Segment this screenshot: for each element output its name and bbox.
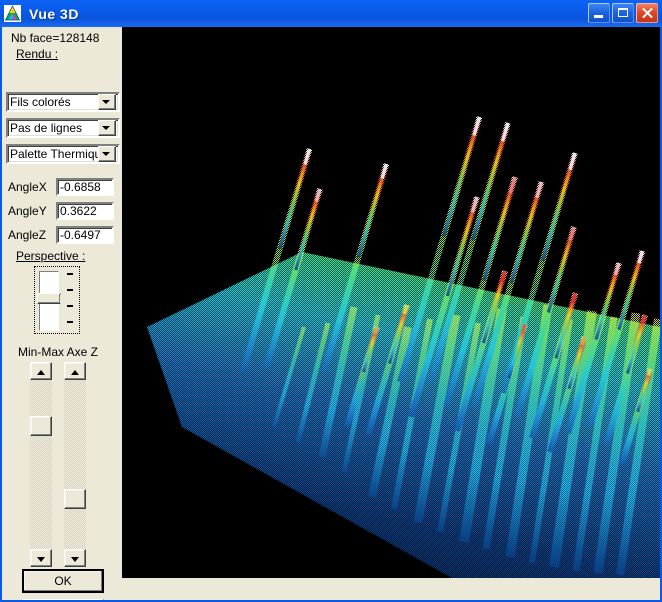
maximize-button[interactable] <box>612 3 634 23</box>
angle-y-label: AngleY <box>8 204 47 218</box>
maximize-icon <box>618 8 628 17</box>
angle-x-row: AngleX -0.6858 <box>8 177 120 197</box>
axis-z-max-scrollbar[interactable] <box>64 362 86 567</box>
trackbar-tick <box>67 273 73 275</box>
axis-z-min-scrollbar[interactable] <box>30 362 52 567</box>
scroll-up-button[interactable] <box>30 362 52 380</box>
face-count-label: Nb face=128148 <box>11 31 100 45</box>
surface-plot <box>122 27 660 578</box>
window-titlebar[interactable]: Vue 3D <box>0 0 662 27</box>
spike-tip <box>520 323 527 333</box>
perspective-trackbar[interactable] <box>34 266 80 334</box>
minimize-button[interactable] <box>588 3 610 23</box>
colored-triangle-icon <box>4 5 21 22</box>
window-controls <box>588 3 658 23</box>
window-title: Vue 3D <box>29 5 79 22</box>
rendu-section-label: Rendu : <box>16 47 59 61</box>
trackbar-tick <box>67 305 73 307</box>
palette-combo[interactable]: Palette Thermique <box>6 144 120 164</box>
cancel-button[interactable]: Cancel <box>22 599 104 600</box>
angle-x-label: AngleX <box>8 180 47 194</box>
scroll-down-button[interactable] <box>30 549 52 567</box>
angle-x-input[interactable]: -0.6858 <box>56 178 114 196</box>
render-mode-combo[interactable]: Fils colorés <box>6 92 120 112</box>
scroll-up-button[interactable] <box>64 362 86 380</box>
canvas-bottom-strip <box>122 578 660 600</box>
scroll-track[interactable] <box>64 380 86 549</box>
spike-tip <box>373 326 379 335</box>
spike-tip <box>646 368 653 377</box>
render-mode-value: Fils colorés <box>10 95 71 109</box>
angle-z-row: AngleZ -0.6497 <box>8 225 120 245</box>
angle-z-label: AngleZ <box>8 228 47 242</box>
trackbar-thumb[interactable] <box>37 293 66 304</box>
trackbar-tick <box>67 321 73 323</box>
close-button[interactable] <box>636 3 658 23</box>
chevron-down-icon[interactable] <box>98 120 116 136</box>
angle-y-row: AngleY 0.3622 <box>8 201 120 221</box>
minimize-icon <box>594 15 603 18</box>
scroll-track[interactable] <box>30 380 52 549</box>
spike-tip <box>580 336 587 346</box>
angle-y-input[interactable]: 0.3622 <box>56 202 114 220</box>
chevron-down-icon[interactable] <box>98 146 116 162</box>
scroll-thumb[interactable] <box>30 416 52 436</box>
vue3d-canvas[interactable] <box>122 27 660 578</box>
dialog-client-area: Nb face=128148 Rendu : Fils colorés Pas … <box>2 27 660 600</box>
trackbar-tick <box>67 289 73 291</box>
minmax-axis-z-label: Min-Max Axe Z <box>18 345 99 359</box>
scroll-thumb[interactable] <box>64 489 86 509</box>
chevron-down-icon[interactable] <box>98 94 116 110</box>
angle-z-input[interactable]: -0.6497 <box>56 226 114 244</box>
line-mode-combo[interactable]: Pas de lignes <box>6 118 120 138</box>
vue-3d-window: Vue 3D Nb face=128148 Rendu : Fils color… <box>0 0 662 602</box>
palette-value: Palette Thermique <box>10 147 98 161</box>
control-panel: Nb face=128148 Rendu : Fils colorés Pas … <box>2 27 122 600</box>
ok-button[interactable]: OK <box>22 569 104 593</box>
perspective-section-label: Perspective : <box>16 249 86 263</box>
line-mode-value: Pas de lignes <box>10 121 83 135</box>
scroll-down-button[interactable] <box>64 549 86 567</box>
